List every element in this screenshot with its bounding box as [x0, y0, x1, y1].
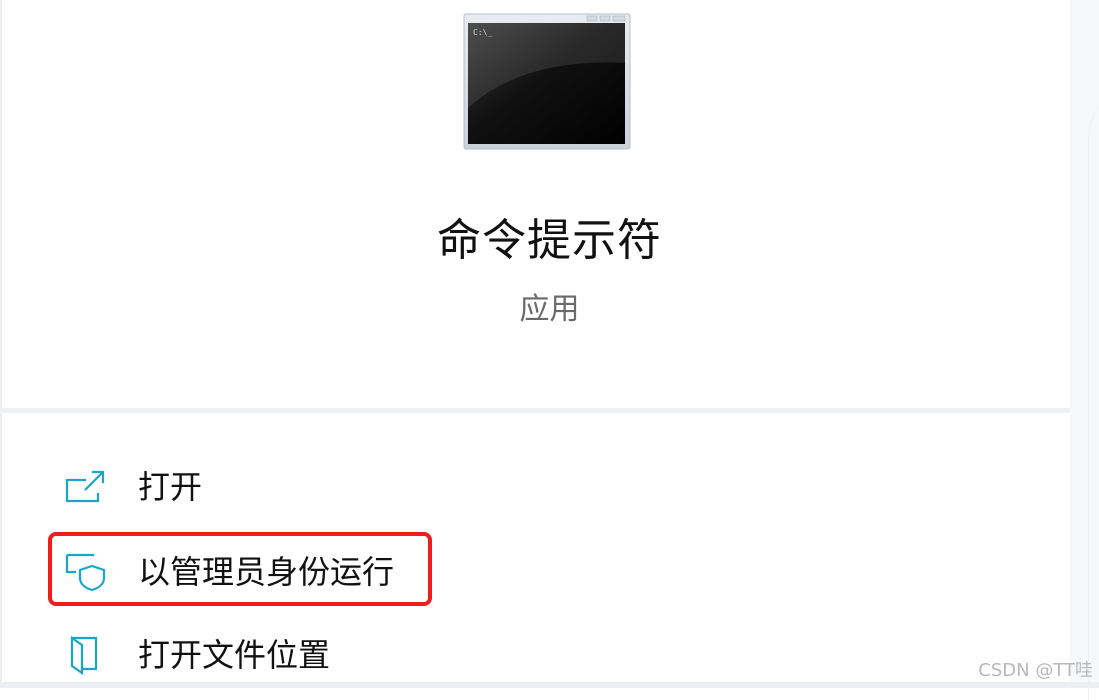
gutter-curve [1088, 80, 1099, 700]
command-prompt-icon: C:\_ [463, 13, 631, 150]
prompt-text: C:\_ [473, 28, 492, 37]
menu-item-open-file-location[interactable]: 打开文件位置 [48, 623, 608, 687]
menu-item-open-label: 打开 [138, 468, 203, 506]
menu-item-open-file-location-label: 打开文件位置 [138, 636, 331, 674]
app-type-label: 应用 [519, 292, 580, 327]
panel-left-edge [0, 0, 2, 688]
bottom-edge [0, 682, 1099, 688]
watermark: CSDN @TT哇 [978, 660, 1093, 681]
app-title: 命令提示符 [437, 215, 662, 266]
section-divider [0, 408, 1070, 413]
start-menu-app-panel: C:\_ 命令提示符 应用 打开 以管理员身份运行 打开文件位置 CSDN @T… [0, 0, 1099, 700]
admin-shield-icon [64, 552, 106, 592]
right-gutter [1070, 0, 1099, 700]
open-external-icon [64, 467, 106, 507]
menu-item-open[interactable]: 打开 [48, 455, 608, 519]
file-location-icon [64, 635, 106, 676]
menu-item-run-as-admin[interactable]: 以管理员身份运行 [48, 540, 608, 604]
menu-item-run-as-admin-label: 以管理员身份运行 [138, 553, 395, 591]
